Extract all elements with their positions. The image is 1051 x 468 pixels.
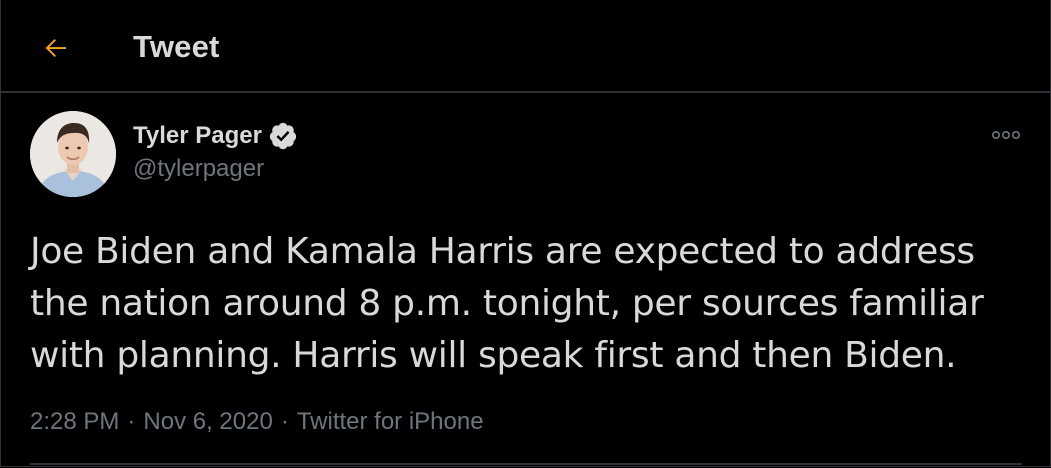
tweet-meta: 2:28 PM · Nov 6, 2020 · Twitter for iPho… bbox=[30, 408, 484, 436]
page-header: Tweet bbox=[0, 0, 1051, 93]
divider bbox=[30, 463, 1022, 465]
more-options-icon bbox=[991, 130, 1020, 140]
arrow-left-icon bbox=[45, 38, 66, 58]
author-handle[interactable]: @tylerpager bbox=[133, 155, 298, 183]
meta-separator: · bbox=[280, 408, 289, 435]
author-display-name[interactable]: Tyler Pager bbox=[133, 122, 262, 150]
author-name-row: Tyler Pager bbox=[133, 121, 298, 151]
avatar[interactable] bbox=[30, 111, 116, 197]
tweet-text: Joe Biden and Kamala Harris are expected… bbox=[30, 231, 984, 376]
verified-badge-icon bbox=[268, 121, 298, 151]
page-title: Tweet bbox=[133, 29, 220, 64]
meta-separator: · bbox=[127, 408, 136, 435]
back-button[interactable] bbox=[36, 28, 76, 68]
tweet-date[interactable]: Nov 6, 2020 bbox=[143, 408, 272, 436]
avatar-photo bbox=[30, 111, 116, 197]
more-options-button[interactable] bbox=[986, 120, 1026, 150]
tweet-time[interactable]: 2:28 PM bbox=[30, 408, 119, 436]
tweet-author: Tyler Pager @tylerpager bbox=[133, 121, 298, 183]
tweet-source[interactable]: Twitter for iPhone bbox=[297, 408, 484, 436]
